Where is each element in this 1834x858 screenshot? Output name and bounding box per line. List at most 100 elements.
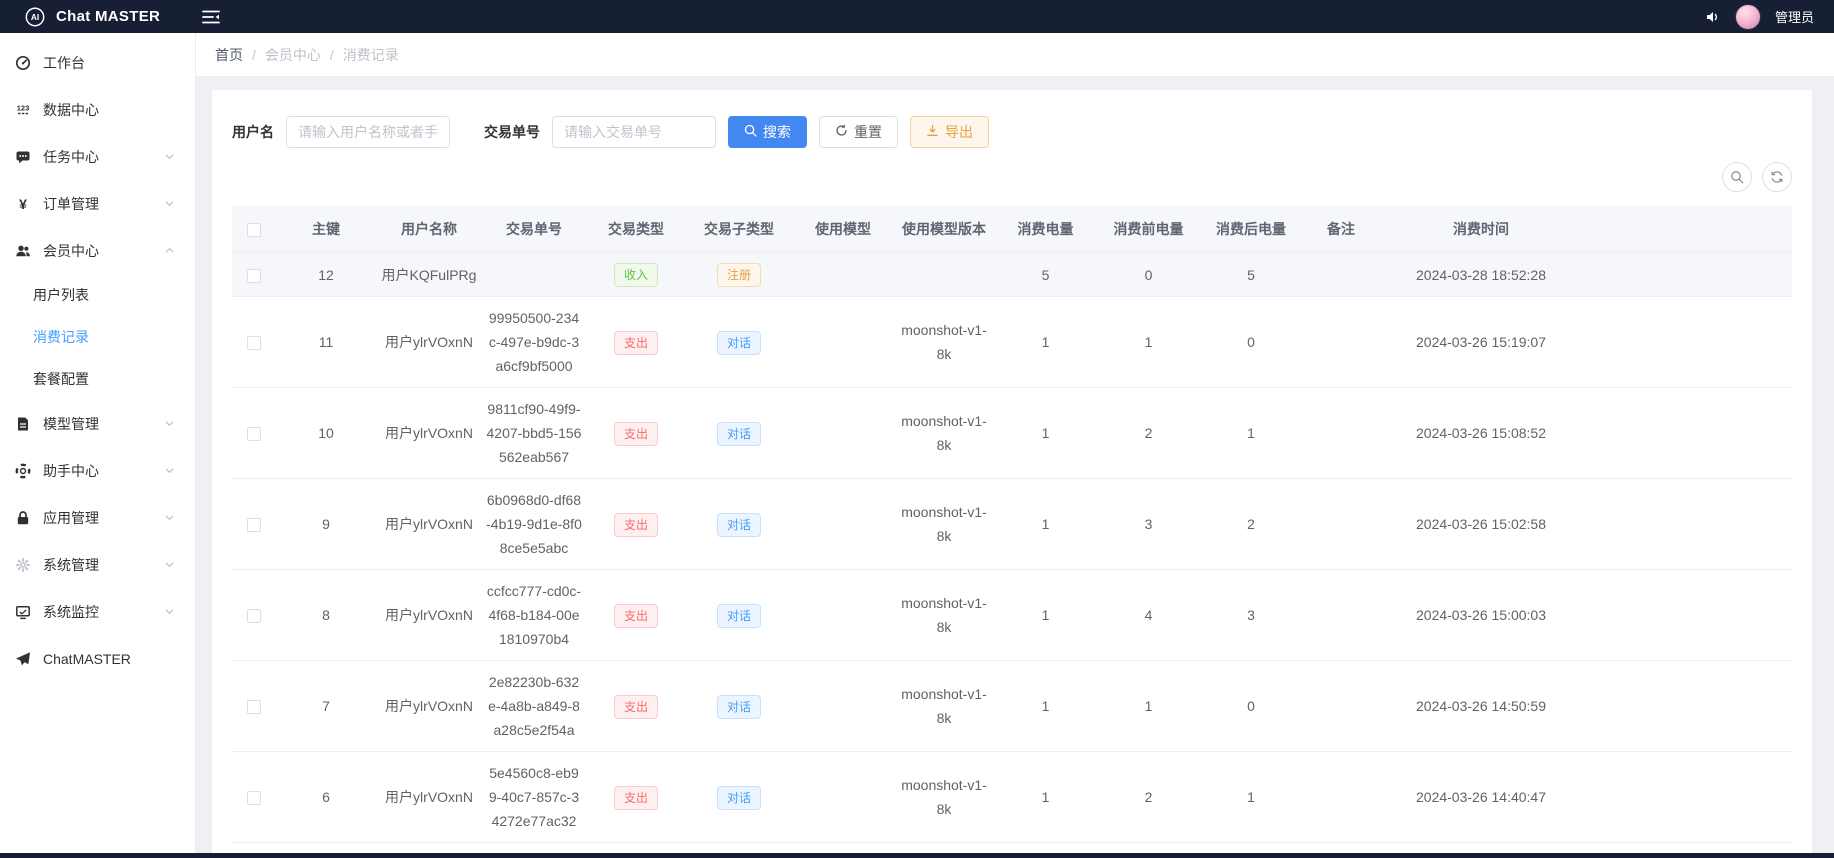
row-checkbox[interactable]: [247, 791, 261, 805]
row-checkbox[interactable]: [247, 518, 261, 532]
sidebar-item-order-management[interactable]: ¥订单管理: [0, 180, 195, 227]
table-row: 7用户ylrVOxnN2e82230b-632e-4a8b-a849-8a28c…: [232, 661, 1792, 752]
sidebar-subitem-package-config[interactable]: 套餐配置: [0, 358, 195, 400]
volume-icon[interactable]: [1705, 9, 1721, 25]
cell-user: 用户ylrVOxnN: [376, 479, 482, 570]
sidebar-item-label: 系统监控: [43, 602, 164, 622]
refresh-icon[interactable]: [1762, 162, 1792, 192]
sidebar-subitem-user-list[interactable]: 用户列表: [0, 274, 195, 316]
cell-order-no: 2e82230b-632e-4a8b-a849-8a28c5e2f54a: [482, 661, 586, 752]
table-toolbar: [232, 162, 1792, 192]
cell-type: 支出: [586, 297, 686, 388]
table-row: 11用户ylrVOxnN99950500-234c-497e-b9dc-3a6c…: [232, 297, 1792, 388]
brand-title: Chat MASTER: [56, 8, 160, 25]
avatar[interactable]: [1735, 4, 1761, 30]
breadcrumb-item: 会员中心: [265, 45, 321, 65]
cell-model: [792, 752, 894, 843]
breadcrumb-item: 消费记录: [343, 45, 399, 65]
row-checkbox[interactable]: [247, 336, 261, 350]
cell-model: [792, 570, 894, 661]
breadcrumb-separator: /: [252, 47, 256, 63]
order-no-input[interactable]: [552, 116, 716, 148]
chevron-down-icon: [164, 512, 175, 523]
column-header: 消费电量: [994, 206, 1097, 253]
transaction-type-tag: 收入: [614, 263, 658, 287]
sidebar-item-assistant-center[interactable]: 助手中心: [0, 447, 195, 494]
table-search-icon[interactable]: [1722, 162, 1752, 192]
cell-subtype: 对话: [686, 661, 792, 752]
sidebar-item-label: 任务中心: [43, 147, 164, 167]
cell-time: 2024-03-26 14:40:47: [1380, 752, 1582, 843]
row-checkbox[interactable]: [247, 609, 261, 623]
column-header: 消费后电量: [1200, 206, 1302, 253]
sidebar-item-workbench[interactable]: 工作台: [0, 39, 195, 86]
cell-time: 2024-03-26 15:00:03: [1380, 570, 1582, 661]
gear-icon: [15, 557, 31, 573]
row-checkbox[interactable]: [247, 269, 261, 283]
cell-type: 支出: [586, 479, 686, 570]
cell-before: 2: [1097, 388, 1200, 479]
lock-icon: [15, 510, 31, 526]
sidebar-item-task-center[interactable]: 任务中心: [0, 133, 195, 180]
sidebar-item-label: 会员中心: [43, 241, 164, 261]
table-row: 10用户ylrVOxnN9811cf90-49f9-4207-bbd5-1565…: [232, 388, 1792, 479]
sidebar-collapse-icon[interactable]: [202, 10, 220, 24]
cell-model-version: moonshot-v1-8k: [894, 752, 994, 843]
chevron-down-icon: [164, 418, 175, 429]
cell-user: 用户ylrVOxnN: [376, 661, 482, 752]
transaction-type-tag: 支出: [614, 422, 658, 446]
bottom-strip: [0, 853, 1834, 858]
cell-after: 5: [1200, 253, 1302, 297]
lifebuoy-icon: [15, 463, 31, 479]
cell-time: 2024-03-26 14:50:59: [1380, 661, 1582, 752]
cell-id: 12: [276, 253, 376, 297]
column-header: 使用模型版本: [894, 206, 994, 253]
sidebar-subitem-consumption-records[interactable]: 消费记录: [0, 316, 195, 358]
cell-order-no: 99950500-234c-497e-b9dc-3a6cf9bf5000: [482, 297, 586, 388]
sidebar-item-system-management[interactable]: 系统管理: [0, 541, 195, 588]
export-button[interactable]: 导出: [910, 116, 989, 148]
topbar: AI Chat MASTER 管理员: [0, 0, 1834, 33]
row-checkbox[interactable]: [247, 700, 261, 714]
username-input[interactable]: [286, 116, 450, 148]
cell-id: 7: [276, 661, 376, 752]
cell-id: 11: [276, 297, 376, 388]
transaction-type-tag: 支出: [614, 513, 658, 537]
sidebar-item-app-management[interactable]: 应用管理: [0, 494, 195, 541]
cell-after: 2: [1200, 479, 1302, 570]
cell-subtype: 对话: [686, 388, 792, 479]
cell-remark: [1302, 479, 1380, 570]
sidebar-item-member-center[interactable]: 会员中心: [0, 227, 195, 274]
search-button[interactable]: 搜索: [728, 116, 807, 148]
admin-name: 管理员: [1775, 7, 1814, 26]
cell-user: 用户ylrVOxnN: [376, 297, 482, 388]
cell-type: 支出: [586, 661, 686, 752]
breadcrumb-item[interactable]: 首页: [215, 45, 243, 65]
sidebar-item-data-center[interactable]: 123数据中心: [0, 86, 195, 133]
row-checkbox[interactable]: [247, 427, 261, 441]
chevron-down-icon: [164, 606, 175, 617]
column-header: 交易类型: [586, 206, 686, 253]
chat-bubble-icon: [15, 149, 31, 165]
transaction-subtype-tag: 对话: [717, 604, 761, 628]
consumption-table: 主键用户名称交易单号交易类型交易子类型使用模型使用模型版本消费电量消费前电量消费…: [232, 206, 1792, 843]
cell-model-version: moonshot-v1-8k: [894, 570, 994, 661]
reset-button[interactable]: 重置: [819, 116, 898, 148]
column-header: 主键: [276, 206, 376, 253]
sidebar-item-chatmaster[interactable]: ChatMASTER: [0, 635, 195, 682]
cell-model: [792, 388, 894, 479]
cell-time: 2024-03-26 15:02:58: [1380, 479, 1582, 570]
select-all-checkbox[interactable]: [247, 223, 261, 237]
sidebar-submenu: 用户列表消费记录套餐配置: [0, 274, 195, 400]
cell-remark: [1302, 570, 1380, 661]
cell-user: 用户ylrVOxnN: [376, 570, 482, 661]
cell-before: 1: [1097, 661, 1200, 752]
breadcrumb-separator: /: [330, 47, 334, 63]
column-header: 备注: [1302, 206, 1380, 253]
sidebar-item-model-management[interactable]: 模型管理: [0, 400, 195, 447]
cell-time: 2024-03-26 15:08:52: [1380, 388, 1582, 479]
cell-remark: [1302, 388, 1380, 479]
cell-subtype: 对话: [686, 479, 792, 570]
cell-order-no: ccfcc777-cd0c-4f68-b184-00e1810970b4: [482, 570, 586, 661]
sidebar-item-system-monitor[interactable]: 系统监控: [0, 588, 195, 635]
